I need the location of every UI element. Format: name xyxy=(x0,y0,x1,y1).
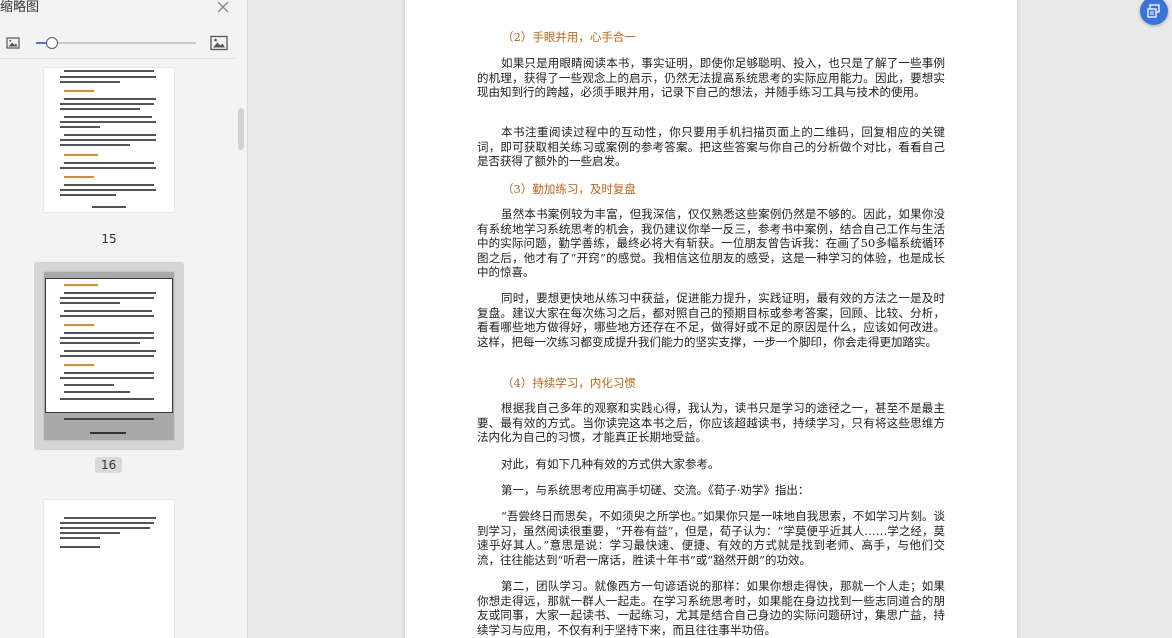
section-heading: （3）勤加练习，及时复盘 xyxy=(502,182,636,196)
paragraph: 第二，团队学习。就像西方一句谚语说的那样：如果你想走得快，那就一个人走；如果你想… xyxy=(477,579,945,637)
paragraph: 如果只是用眼睛阅读本书，事实证明，即使你足够聪明、投入，也只是了解了一些事例的机… xyxy=(477,56,945,99)
thumbnail-page-number: 16 xyxy=(95,457,123,473)
paragraph: 本书注重阅读过程中的互动性，你只要用手机扫描页面上的二维码，回复相应的关键词，即… xyxy=(477,125,945,168)
zoom-slider[interactable] xyxy=(36,37,196,49)
small-image-icon[interactable] xyxy=(6,36,20,50)
paragraph: 第一，与系统思考应用高手切磋、交流。《荀子·劝学》指出： xyxy=(501,483,810,497)
document-page: （2）手眼并用，心手合一 如果只是用眼睛阅读本书，事实证明，即使你足够聪明、投入… xyxy=(405,0,1017,638)
thumbnail-page-number-selected: 16 xyxy=(95,457,123,473)
zoom-slider-handle[interactable] xyxy=(46,37,58,49)
thumbnail-page-15[interactable]: 15 xyxy=(34,60,184,250)
thumbnail-page-16[interactable]: 16 xyxy=(34,262,184,478)
section-heading: （4）持续学习，内化习惯 xyxy=(502,376,636,390)
paragraph: 根据我自己多年的观察和实践心得，我认为，读书只是学习的途径之一，甚至不是最主要、… xyxy=(477,401,945,444)
close-icon[interactable] xyxy=(216,0,230,14)
panel-title: 缩略图 xyxy=(0,0,40,15)
paragraph: 同时，要想更快地从练习中获益，促进能力提升，实践证明，最有效的方法之一是及时复盘… xyxy=(477,291,945,349)
thumbnail-panel: 缩略图 15 16 xyxy=(0,0,248,638)
paragraph: “吾尝终日而思矣，不如须臾之所学也。”如果你只是一味地自我思索，不如学习片刻。谈… xyxy=(477,509,945,567)
thumbnail-image xyxy=(44,272,174,440)
document-view: （2）手眼并用，心手合一 如果只是用眼睛阅读本书，事实证明，即使你足够聪明、投入… xyxy=(248,0,1172,638)
thumbnail-image xyxy=(44,68,174,212)
paragraph: 虽然本书案例较为丰富，但我深信，仅仅熟悉这些案例仍然是不够的。因此，如果你没有系… xyxy=(477,207,945,279)
screen-capture-icon xyxy=(1147,4,1160,18)
thumbnail-image xyxy=(44,500,174,638)
thumbnail-zoom-toolbar xyxy=(0,30,236,59)
section-heading: （2）手眼并用，心手合一 xyxy=(502,30,636,44)
large-image-icon[interactable] xyxy=(210,35,228,51)
thumbnail-page-number: 15 xyxy=(101,232,117,246)
paragraph: 对此，有如下几种有效的方式供大家参考。 xyxy=(501,457,720,471)
thumbnail-page-17[interactable] xyxy=(34,490,184,638)
sidebar-scrollbar[interactable] xyxy=(238,108,244,150)
